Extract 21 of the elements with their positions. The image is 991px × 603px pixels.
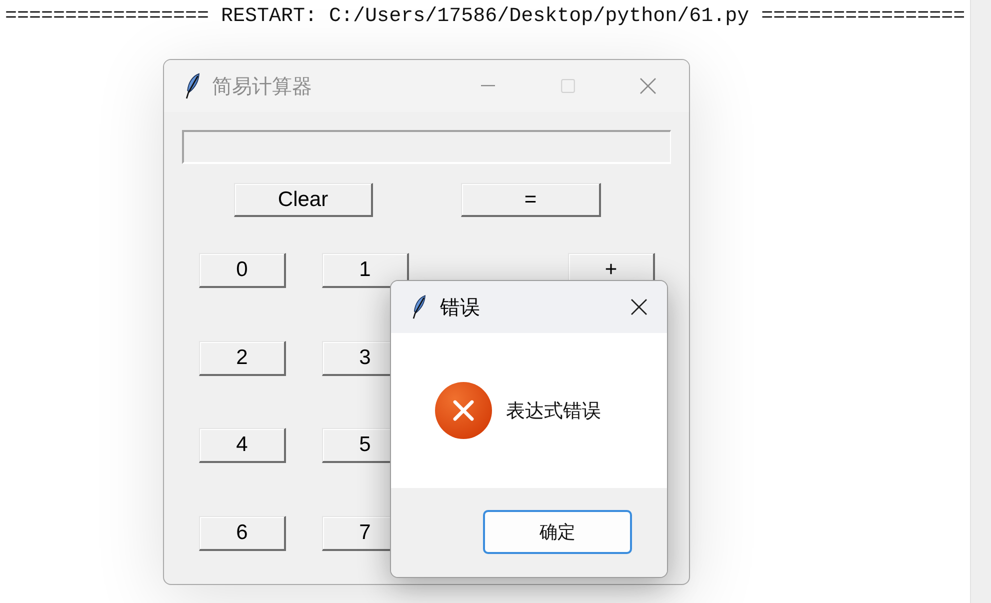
digit-button[interactable]: 4 (199, 428, 286, 463)
scrollbar[interactable] (970, 0, 991, 603)
maximize-icon (561, 79, 575, 93)
window-title: 简易计算器 (212, 74, 312, 100)
equals-button[interactable]: = (461, 183, 601, 217)
close-icon (631, 299, 647, 315)
error-message: 表达式错误 (506, 400, 601, 424)
feather-icon (185, 73, 200, 99)
error-icon (435, 382, 492, 439)
display-field[interactable] (182, 130, 671, 164)
minimize-icon (481, 85, 495, 87)
digit-button[interactable]: 0 (199, 253, 286, 288)
restart-line: ================= RESTART: C:/Users/17586/Desktop/python/61.py ================= (4, 4, 966, 29)
ok-button[interactable]: 确定 (483, 510, 632, 554)
digit-button[interactable]: 2 (199, 340, 286, 376)
digit-button[interactable]: 6 (199, 516, 286, 550)
feather-icon (412, 293, 426, 321)
clear-button[interactable]: Clear (234, 183, 373, 217)
close-icon (640, 78, 656, 94)
dialog-title: 错误 (440, 296, 480, 320)
digit-button[interactable]: 1 (322, 253, 409, 288)
